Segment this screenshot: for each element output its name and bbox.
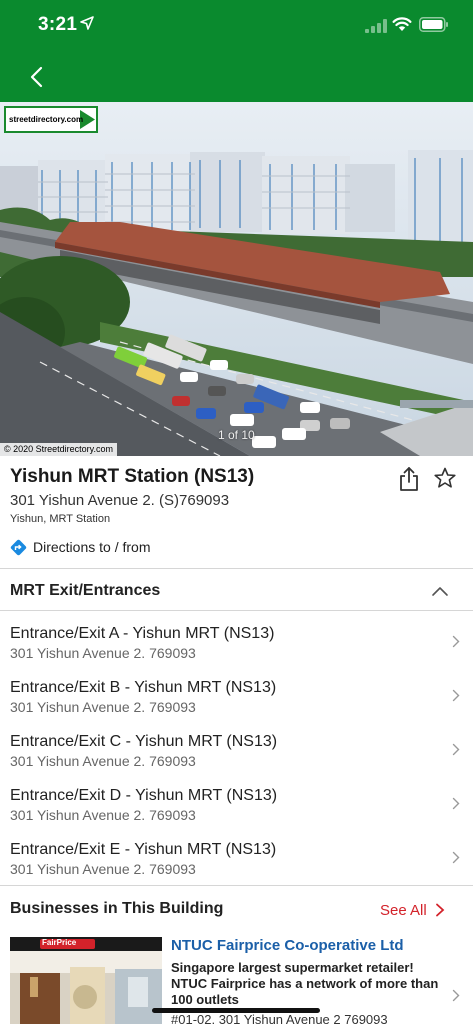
photo-counter: 1 of 10 [218,428,255,442]
chevron-right-icon [452,797,460,810]
share-icon[interactable] [397,466,421,492]
business-name: NTUC Fairprice Co-operative Ltd [171,937,404,954]
list-item-exit-b[interactable]: Entrance/Exit B - Yishun MRT (NS13) 301 … [0,679,473,733]
exit-name: Entrance/Exit A - Yishun MRT (NS13) [10,625,275,642]
battery-icon [419,17,448,32]
chevron-right-icon [452,743,460,756]
see-all-label: See All [380,901,427,919]
business-description: Singapore largest supermarket retailer! … [171,960,439,1007]
page-title: Yishun MRT Station (NS13) [10,466,255,487]
star-outline-icon[interactable] [433,466,457,490]
businesses-heading: Businesses in This Building [10,900,224,917]
home-indicator[interactable] [152,1008,320,1013]
business-address: #01-02, 301 Yishun Avenue 2 769093 [171,1012,388,1024]
supermarket-photo-illustration [10,937,162,1024]
business-thumbnail: FairPrice [10,937,162,1024]
divider [0,885,473,886]
list-item-exit-d[interactable]: Entrance/Exit D - Yishun MRT (NS13) 301 … [0,787,473,841]
chevron-right-icon [435,903,445,917]
status-time: 3:21 [38,14,78,35]
place-address: 301 Yishun Avenue 2. (S)769093 [10,492,230,509]
exit-name: Entrance/Exit E - Yishun MRT (NS13) [10,841,277,858]
exit-address: 301 Yishun Avenue 2. 769093 [10,807,196,823]
chevron-right-icon [452,635,460,648]
exit-address: 301 Yishun Avenue 2. 769093 [10,699,196,715]
divider [0,610,473,611]
exit-name: Entrance/Exit D - Yishun MRT (NS13) [10,787,278,804]
status-bar: 3:21 [0,0,473,52]
chevron-right-icon [452,689,460,702]
exit-address: 301 Yishun Avenue 2. 769093 [10,753,196,769]
location-arrow-icon [80,16,94,30]
directions-link[interactable]: Directions to / from [10,537,150,557]
exits-heading: MRT Exit/Entrances [10,582,161,599]
wifi-icon [392,17,412,31]
directions-label: Directions to / from [33,539,151,555]
divider [0,568,473,569]
station-photo[interactable]: © 2020 Streetdirectory.com 1 of 10 stree… [0,102,473,456]
see-all-button[interactable]: See All [380,900,445,920]
directions-diamond-icon [10,539,27,555]
cellular-signal-icon [365,19,387,33]
exit-address: 301 Yishun Avenue 2. 769093 [10,861,196,877]
list-item-exit-c[interactable]: Entrance/Exit C - Yishun MRT (NS13) 301 … [0,733,473,787]
photo-credit: © 2020 Streetdirectory.com [0,443,118,456]
fairprice-sign: FairPrice [42,938,77,947]
chevron-right-icon [452,989,460,1002]
back-chevron-icon[interactable] [22,62,52,92]
place-subtitle: Yishun, MRT Station [10,513,111,525]
exit-name: Entrance/Exit B - Yishun MRT (NS13) [10,679,277,696]
nav-bar [0,52,473,102]
chevron-up-icon[interactable] [431,585,449,597]
list-item-exit-a[interactable]: Entrance/Exit A - Yishun MRT (NS13) 301 … [0,625,473,679]
list-item-exit-e[interactable]: Entrance/Exit E - Yishun MRT (NS13) 301 … [0,841,473,895]
streetdirectory-logo-text: streetdirectory.com [9,115,84,124]
station-photo-illustration [0,102,473,456]
chevron-right-icon [452,851,460,864]
exit-name: Entrance/Exit C - Yishun MRT (NS13) [10,733,278,750]
exit-address: 301 Yishun Avenue 2. 769093 [10,645,196,661]
